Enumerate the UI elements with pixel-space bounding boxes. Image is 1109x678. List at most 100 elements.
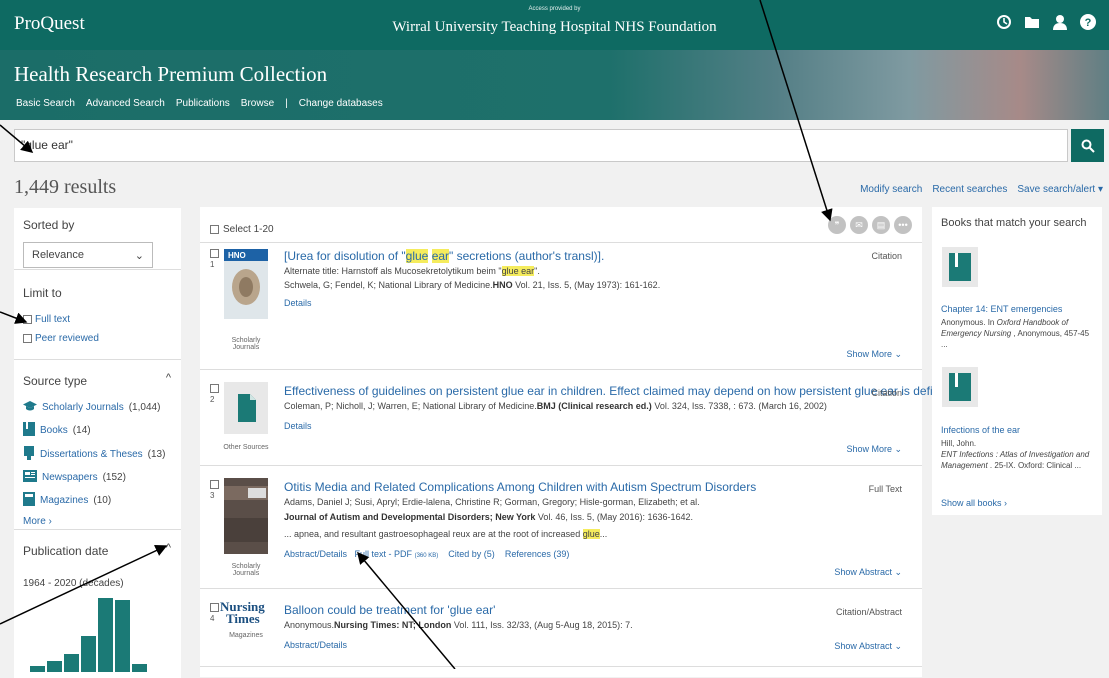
- details-link[interactable]: Details: [284, 298, 312, 308]
- cite-icon[interactable]: ❞: [828, 216, 846, 234]
- histogram-bar[interactable]: [47, 661, 62, 672]
- source-scholarly-journals[interactable]: Scholarly Journals (1,044): [23, 400, 172, 415]
- histogram-bar[interactable]: [81, 636, 96, 672]
- peer-reviewed-checkbox[interactable]: Peer reviewed: [23, 333, 172, 344]
- histogram-bar[interactable]: [98, 598, 113, 672]
- histogram-bar[interactable]: [115, 600, 130, 672]
- newspaper-icon: [23, 470, 37, 485]
- book-icon[interactable]: [942, 367, 978, 407]
- details-link[interactable]: Details: [284, 421, 312, 431]
- user-icon[interactable]: [1051, 13, 1069, 31]
- show-all-books-link[interactable]: Show all books ›: [941, 498, 1007, 508]
- snippet-text: ...: [599, 529, 608, 539]
- email-icon[interactable]: ✉: [850, 216, 868, 234]
- nav-basic-search[interactable]: Basic Search: [16, 98, 75, 109]
- sort-select[interactable]: Relevance ⌄: [23, 242, 153, 268]
- checkbox[interactable]: [23, 334, 32, 343]
- select-all-checkbox[interactable]: [210, 225, 219, 234]
- cited-by-link[interactable]: Cited by (5): [448, 549, 495, 559]
- abstract-details-link[interactable]: Abstract/Details: [284, 549, 347, 559]
- result-select[interactable]: 2: [210, 384, 219, 404]
- result-select[interactable]: 4: [210, 603, 219, 623]
- folder-icon[interactable]: [1023, 13, 1041, 31]
- result-count: 1,449 results: [14, 176, 117, 198]
- filter-sidebar: Sorted by Relevance ⌄ Limit to Full text…: [14, 208, 181, 678]
- nav-advanced-search[interactable]: Advanced Search: [86, 98, 165, 109]
- show-more-link[interactable]: Show More ⌄: [846, 349, 902, 360]
- abstract-details-link[interactable]: Abstract/Details: [284, 640, 347, 650]
- result-title[interactable]: Balloon could be treatment for 'glue ear…: [284, 603, 844, 617]
- result-checkbox[interactable]: [210, 603, 219, 612]
- source-type-section: Source type ^ Scholarly Journals (1,044)…: [14, 360, 181, 530]
- select-all[interactable]: Select 1-20: [210, 224, 274, 235]
- nav-change-databases[interactable]: Change databases: [299, 98, 383, 109]
- journal-cover[interactable]: HNO: [224, 249, 268, 319]
- journal-name: Journal of Autism and Developmental Diso…: [284, 512, 536, 522]
- recent-searches-link[interactable]: Recent searches: [932, 184, 1007, 195]
- chevron-up-icon[interactable]: ^: [166, 372, 171, 384]
- histogram-bar[interactable]: [132, 664, 147, 672]
- snippet-text: ... apnea, and resultant gastroesophagea…: [284, 529, 583, 539]
- authors: Anonymous.: [284, 620, 335, 630]
- result-checkbox[interactable]: [210, 480, 219, 489]
- publication-type: Scholarly Journals: [231, 337, 261, 351]
- source-label: Scholarly Journals: [42, 402, 124, 413]
- nav-browse[interactable]: Browse: [241, 98, 274, 109]
- title-text: [Urea for disolution of ": [284, 249, 406, 263]
- access-label: Access provided by: [528, 6, 581, 12]
- journal-cover[interactable]: [224, 478, 268, 554]
- result-title[interactable]: Effectiveness of guidelines on persisten…: [284, 384, 956, 398]
- limit-label: Limit to: [23, 286, 62, 300]
- title-text: " secretions (author's transl)].: [449, 249, 605, 263]
- search-input[interactable]: [21, 138, 1061, 152]
- result-select[interactable]: 1: [210, 249, 219, 269]
- print-icon[interactable]: ▤: [872, 216, 890, 234]
- save-search-link[interactable]: Save search/alert ▾: [1017, 184, 1103, 195]
- collection-banner: Health Research Premium Collection Basic…: [0, 50, 1109, 120]
- full-text-checkbox[interactable]: Full text: [23, 314, 172, 325]
- chevron-up-icon[interactable]: ^: [166, 542, 171, 554]
- result-source: Schwela, G; Fendel, K; National Library …: [284, 280, 660, 290]
- source-magazines[interactable]: Magazines (10): [23, 492, 172, 509]
- result-title[interactable]: [Urea for disolution of "glue ear" secre…: [284, 249, 844, 263]
- magazine-logo[interactable]: Nursing Times: [220, 600, 268, 629]
- source-newspapers[interactable]: Newspapers (152): [23, 470, 172, 485]
- source-detail: Vol. 324, Iss. 7338, : 673. (March 16, 2…: [651, 401, 827, 411]
- book-icon[interactable]: [942, 247, 978, 287]
- show-more-link[interactable]: Show More ⌄: [846, 444, 902, 455]
- alt-text: ".: [534, 266, 540, 276]
- search-button[interactable]: [1071, 129, 1104, 162]
- alternate-title: Alternate title: Harnstoff als Mucosekre…: [284, 266, 540, 276]
- pub-date-histogram[interactable]: [24, 596, 164, 672]
- full-text-pdf-link[interactable]: Full text - PDF (360 KB): [355, 549, 439, 559]
- top-bar: ProQuest Access provided by Wirral Unive…: [0, 0, 1109, 50]
- result-checkbox[interactable]: [210, 384, 219, 393]
- show-abstract-link[interactable]: Show Abstract ⌄: [834, 641, 902, 652]
- result-item: 4 Nursing Times Magazines Balloon could …: [200, 589, 922, 667]
- document-icon[interactable]: [224, 382, 268, 440]
- source-count: (13): [147, 449, 166, 460]
- modify-search-link[interactable]: Modify search: [860, 184, 922, 195]
- book-author: Hill, John.: [941, 439, 977, 448]
- checkbox[interactable]: [23, 315, 32, 324]
- result-title[interactable]: Otitis Media and Related Complications A…: [284, 480, 844, 494]
- source-label: Magazines: [40, 495, 89, 506]
- more-sources-link[interactable]: More ›: [23, 516, 172, 527]
- search-highlight: glue: [405, 249, 429, 263]
- source-dissertations[interactable]: Dissertations & Theses (13): [23, 446, 172, 463]
- result-select[interactable]: 3: [210, 480, 219, 500]
- histogram-bar[interactable]: [64, 654, 79, 672]
- book-title[interactable]: Infections of the ear: [941, 425, 1020, 435]
- book-title[interactable]: Chapter 14: ENT emergencies: [941, 304, 1062, 314]
- result-checkbox[interactable]: [210, 249, 219, 258]
- histogram-bar[interactable]: [30, 666, 45, 672]
- source-books[interactable]: Books (14): [23, 422, 172, 439]
- help-icon[interactable]: ?: [1079, 13, 1097, 31]
- more-icon[interactable]: •••: [894, 216, 912, 234]
- references-link[interactable]: References (39): [505, 549, 570, 559]
- nav-publications[interactable]: Publications: [176, 98, 230, 109]
- show-abstract-link[interactable]: Show Abstract ⌄: [834, 567, 902, 578]
- authors: Coleman, P; Nicholl, J; Warren, E; Natio…: [284, 401, 537, 411]
- history-icon[interactable]: [995, 13, 1013, 31]
- result-source: Journal of Autism and Developmental Diso…: [284, 512, 693, 522]
